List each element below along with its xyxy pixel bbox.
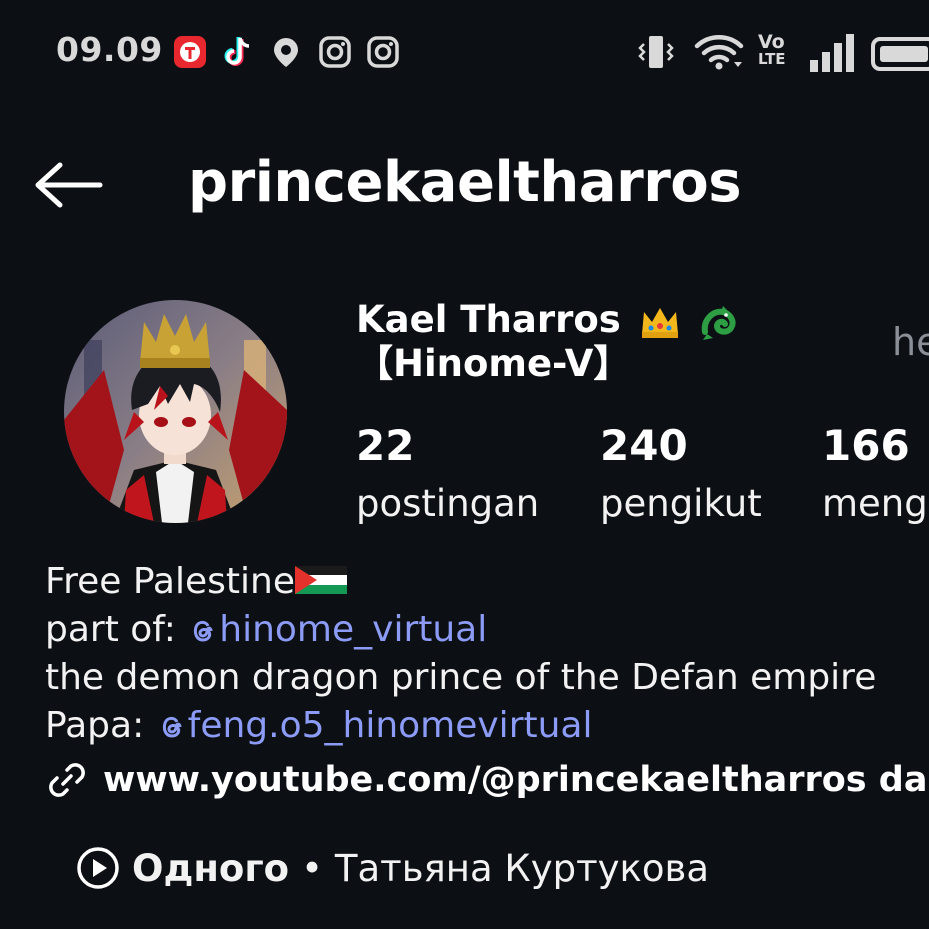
display-name-tag: 【Hinome-V】 xyxy=(356,342,631,385)
profile-link[interactable]: www.youtube.com/@princekaeltharros dan xyxy=(45,752,929,808)
volte-indicator: Vo LTE xyxy=(758,31,786,68)
crown-emoji-icon xyxy=(641,307,678,338)
bio-line-2: part of: hinome_virtual xyxy=(45,609,488,650)
wifi-icon xyxy=(694,35,744,70)
mention-link-feng[interactable]: feng.o5_hinomevirtual xyxy=(156,705,592,746)
music-separator: • xyxy=(301,846,323,890)
back-arrow-icon[interactable] xyxy=(32,160,104,210)
signal-strength-icon xyxy=(810,34,854,72)
stat-followers-count: 240 xyxy=(600,421,688,470)
status-time: 09.09 xyxy=(56,30,163,69)
link-icon xyxy=(49,763,85,797)
stat-posts-label: postingan xyxy=(356,482,540,525)
dragon-emoji-icon xyxy=(701,305,736,340)
location-icon xyxy=(274,38,298,67)
music-title: Одного xyxy=(132,846,290,890)
stat-following-label: meng xyxy=(822,482,928,525)
stat-following-count: 166 xyxy=(822,421,910,470)
stat-followers-label: pengikut xyxy=(600,482,762,525)
side-hint-text: he xyxy=(892,320,929,364)
music-artist: Татьяна Куртукова xyxy=(334,846,709,890)
profile-avatar[interactable] xyxy=(64,300,287,523)
profile-music[interactable]: Одного • Татьяна Куртукова xyxy=(76,840,709,896)
profile-username: princekaeltharros xyxy=(188,150,742,215)
threads-icon xyxy=(162,716,182,738)
status-bar: 09.09 Vo LTE xyxy=(0,0,929,100)
battery-icon xyxy=(871,37,929,71)
profile-bio: Free Palestine part of: hinome_virtual t… xyxy=(45,558,876,750)
play-circle-icon xyxy=(77,847,119,889)
bio-line-1: Free Palestine xyxy=(45,558,876,606)
bio-line-4: Papa: feng.o5_hinomevirtual xyxy=(45,705,593,746)
palestine-flag-icon xyxy=(294,566,347,594)
profile-display-name: Kael Tharros 【Hinome-V】 xyxy=(356,298,741,386)
stat-followers[interactable]: 240 pengikut xyxy=(600,420,762,536)
vibrate-icon xyxy=(638,36,674,68)
bio-line-3: the demon dragon prince of the Defan emp… xyxy=(45,657,877,698)
instagram-icon-2 xyxy=(367,36,399,68)
threads-icon xyxy=(194,620,213,642)
instagram-icon xyxy=(319,36,351,68)
profile-link-text: www.youtube.com/@princekaeltharros dan xyxy=(103,760,929,800)
tix-app-icon xyxy=(174,36,206,68)
stat-posts[interactable]: 22 postingan xyxy=(356,420,539,536)
tiktok-icon xyxy=(224,37,250,66)
avatar-image xyxy=(64,300,287,523)
stat-posts-count: 22 xyxy=(356,421,415,470)
stat-following[interactable]: 166 meng xyxy=(822,420,928,536)
display-name-text: Kael Tharros xyxy=(356,298,621,341)
mention-link-hinome-virtual[interactable]: hinome_virtual xyxy=(187,609,487,650)
